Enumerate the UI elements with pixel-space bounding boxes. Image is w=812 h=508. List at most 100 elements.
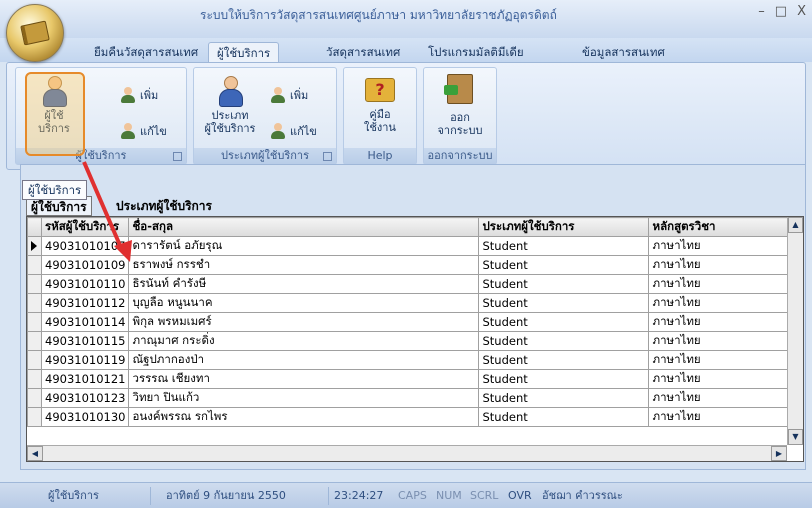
exit-button[interactable]: ออก จากระบบ: [430, 74, 490, 137]
cell-user-type[interactable]: Student: [478, 236, 650, 256]
close-button[interactable]: X: [797, 4, 806, 19]
cell-user-id[interactable]: 49031010121: [40, 369, 130, 389]
cell-name[interactable]: ดารารัตน์ อภัยรุณ: [128, 236, 480, 256]
tab-multimedia[interactable]: โปรแกรมมัลติมีเดีย: [420, 42, 532, 62]
cell-user-id[interactable]: 49031010114: [40, 312, 130, 332]
cell-curriculum[interactable]: ภาษาไทย: [648, 236, 790, 256]
cell-curriculum[interactable]: ภาษาไทย: [648, 388, 790, 408]
help-book-icon: ?: [365, 78, 395, 102]
cell-user-id[interactable]: 49031010107: [40, 236, 130, 256]
cell-curriculum[interactable]: ภาษาไทย: [648, 407, 790, 427]
cell-name[interactable]: ธิรนันท์ คำรังษี: [128, 274, 480, 294]
col-curriculum[interactable]: หลักสูตรวิชา: [648, 217, 790, 237]
cell-name[interactable]: อนงค์พรรณ รกไพร: [128, 407, 480, 427]
table-row[interactable]: 49031010107 ดารารัตน์ อภัยรุณ Student ภาษาไ…: [27, 236, 790, 256]
cell-user-id[interactable]: 49031010123: [40, 388, 130, 408]
cell-user-type[interactable]: Student: [478, 293, 650, 313]
users-table: รหัสผู้ใช้บริการ ชื่อ-สกุล ประเภทผู้ใช้บ…: [27, 217, 790, 427]
table-row[interactable]: 49031010114 พิกุล พรหมเมศร์ Student ภาษาไทย: [27, 312, 790, 332]
table-row[interactable]: 49031010110 ธิรนันท์ คำรังษี Student ภาษาไท…: [27, 274, 790, 294]
row-selector[interactable]: [27, 274, 42, 294]
cell-user-type[interactable]: Student: [478, 369, 650, 389]
cell-curriculum[interactable]: ภาษาไทย: [648, 369, 790, 389]
row-selector[interactable]: [27, 369, 42, 389]
dialog-launcher-icon[interactable]: [323, 152, 332, 161]
cell-user-id[interactable]: 49031010109: [40, 255, 130, 275]
tab-borrow-return[interactable]: ยืมคืนวัสดุสารสนเทศ: [86, 42, 206, 62]
scroll-up-icon[interactable]: ▲: [788, 217, 803, 233]
app-menu-button[interactable]: [6, 4, 64, 62]
table-row[interactable]: 49031010119 ณัฐปภากองป่า Student ภาษาไทย: [27, 350, 790, 370]
col-user-type[interactable]: ประเภทผู้ใช้บริการ: [478, 217, 650, 237]
cell-user-type[interactable]: Student: [478, 407, 650, 427]
cell-user-type[interactable]: Student: [478, 388, 650, 408]
scroll-down-icon[interactable]: ▼: [788, 429, 803, 445]
tab-information[interactable]: ข้อมูลสารสนเทศ: [574, 42, 673, 62]
row-selector[interactable]: [27, 236, 42, 256]
table-row[interactable]: 49031010130 อนงค์พรรณ รกไพร Student ภาษาไทย: [27, 407, 790, 427]
cell-user-type[interactable]: Student: [478, 274, 650, 294]
minimize-button[interactable]: –: [758, 4, 765, 19]
user-types-button[interactable]: ประเภท ผู้ใช้บริการ: [200, 76, 260, 135]
table-row[interactable]: 49031010115 ภาณุมาศ กระดิ่ง Student ภาษาไทย: [27, 331, 790, 351]
table-row[interactable]: 49031010123 วิทยา ปินแก้ว Student ภาษาไทย: [27, 388, 790, 408]
row-selector[interactable]: [27, 407, 42, 427]
exit-door-icon: [444, 74, 473, 104]
exit-line2: จากระบบ: [437, 124, 483, 137]
user-types-line1: ประเภท: [211, 109, 249, 122]
cell-name[interactable]: พิกุล พรหมเมศร์: [128, 312, 480, 332]
row-selector[interactable]: [27, 293, 42, 313]
col-user-id[interactable]: รหัสผู้ใช้บริการ: [40, 217, 130, 237]
cell-name[interactable]: วรรรณ เชียงทา: [128, 369, 480, 389]
cell-curriculum[interactable]: ภาษาไทย: [648, 255, 790, 275]
cell-name[interactable]: บุญลือ หนูนนาค: [128, 293, 480, 313]
table-row[interactable]: 49031010112 บุญลือ หนูนนาค Student ภาษาไทย: [27, 293, 790, 313]
cell-name[interactable]: วิทยา ปินแก้ว: [128, 388, 480, 408]
cell-name[interactable]: ธราพงษ์ กรรชำ: [128, 255, 480, 275]
add-user-button[interactable]: เพิ่ม: [120, 86, 158, 104]
tab-materials[interactable]: วัสดุสารสนเทศ: [318, 42, 408, 62]
tab-users[interactable]: ผู้ใช้บริการ: [208, 42, 280, 62]
row-selector[interactable]: [27, 388, 42, 408]
add-type-label: เพิ่ม: [290, 89, 309, 102]
cell-curriculum[interactable]: ภาษาไทย: [648, 274, 790, 294]
add-type-button[interactable]: เพิ่ม: [270, 86, 308, 104]
edit-user-button[interactable]: แก้ไข: [120, 122, 167, 140]
col-name[interactable]: ชื่อ-สกุล: [128, 217, 480, 237]
group-exit: ออก จากระบบ ออกจากระบบ: [423, 67, 497, 165]
row-selector[interactable]: [27, 312, 42, 332]
cell-user-type[interactable]: Student: [478, 350, 650, 370]
scroll-right-icon[interactable]: ▶: [771, 446, 787, 461]
cell-user-id[interactable]: 49031010119: [40, 350, 130, 370]
table-row[interactable]: 49031010109 ธราพงษ์ กรรชำ Student ภาษาไทย: [27, 255, 790, 275]
scroll-left-icon[interactable]: ◀: [27, 446, 43, 461]
manual-button[interactable]: ? คู่มือ ใช้งาน: [350, 78, 410, 134]
cell-curriculum[interactable]: ภาษาไทย: [648, 312, 790, 332]
cell-user-id[interactable]: 49031010115: [40, 331, 130, 351]
edit-type-button[interactable]: แก้ไข: [270, 122, 317, 140]
cell-curriculum[interactable]: ภาษาไทย: [648, 350, 790, 370]
group-help-label: Help: [344, 148, 416, 164]
cell-user-id[interactable]: 49031010112: [40, 293, 130, 313]
row-selector[interactable]: [27, 350, 42, 370]
cell-user-type[interactable]: Student: [478, 331, 650, 351]
maximize-button[interactable]: □: [775, 4, 787, 19]
status-scrl: SCRL: [470, 489, 499, 502]
cell-user-type[interactable]: Student: [478, 312, 650, 332]
row-selector[interactable]: [27, 255, 42, 275]
dialog-launcher-icon[interactable]: [173, 152, 182, 161]
add-type-icon: [270, 87, 286, 103]
edit-user-label: แก้ไข: [140, 125, 167, 138]
row-selector[interactable]: [27, 331, 42, 351]
cell-curriculum[interactable]: ภาษาไทย: [648, 293, 790, 313]
table-row[interactable]: 49031010121 วรรรณ เชียงทา Student ภาษาไทย: [27, 369, 790, 389]
vertical-scrollbar[interactable]: ▲ ▼: [787, 217, 803, 445]
cell-user-id[interactable]: 49031010130: [40, 407, 130, 427]
subtab-user-types[interactable]: ประเภทผู้ใช้บริการ: [116, 196, 212, 216]
cell-user-id[interactable]: 49031010110: [40, 274, 130, 294]
cell-name[interactable]: ภาณุมาศ กระดิ่ง: [128, 331, 480, 351]
cell-name[interactable]: ณัฐปภากองป่า: [128, 350, 480, 370]
horizontal-scrollbar[interactable]: ◀ ▶: [27, 445, 787, 461]
cell-user-type[interactable]: Student: [478, 255, 650, 275]
cell-curriculum[interactable]: ภาษาไทย: [648, 331, 790, 351]
